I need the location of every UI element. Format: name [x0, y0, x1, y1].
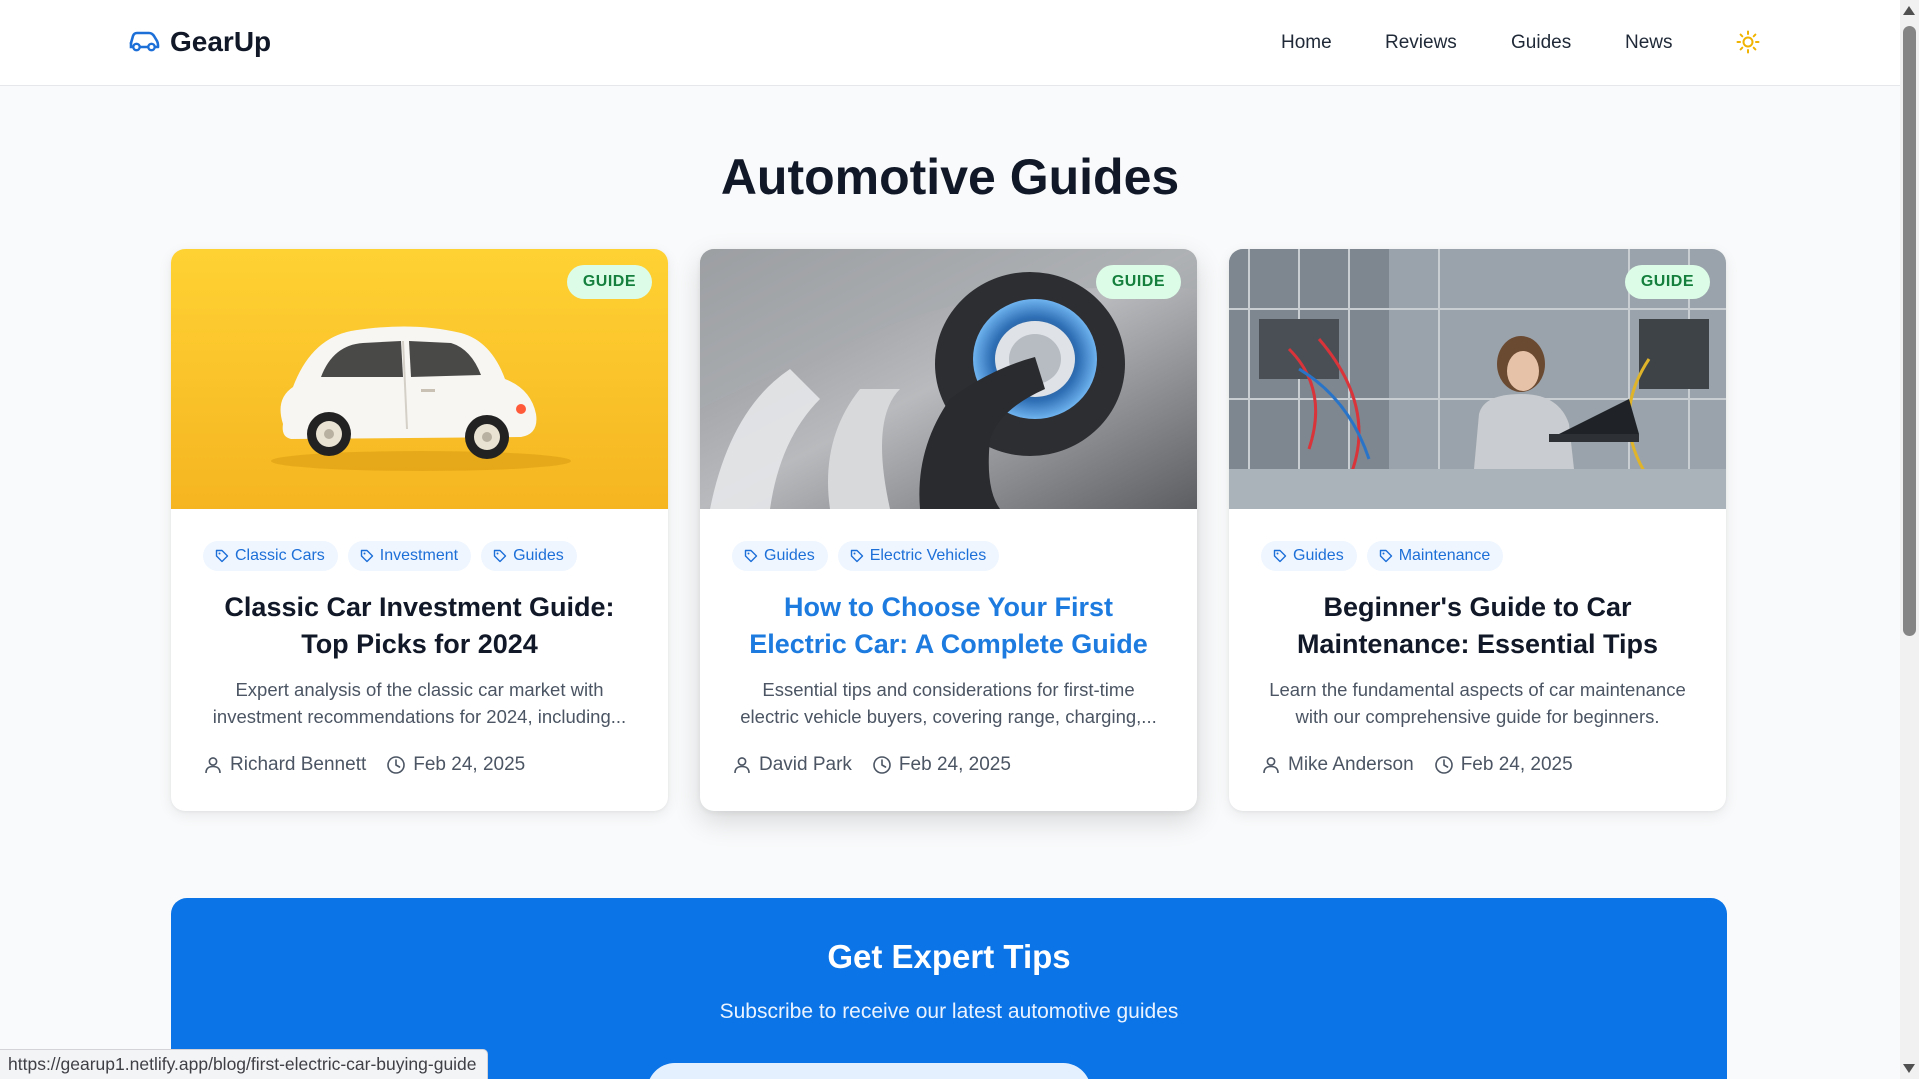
user-icon	[1263, 757, 1279, 774]
tag-list: Classic Cars Investment Guides	[203, 541, 577, 571]
author: Mike Anderson	[1261, 754, 1414, 776]
guide-badge: GUIDE	[1095, 265, 1181, 299]
tag-list: Guides Electric Vehicles	[732, 541, 1000, 571]
user-icon	[734, 757, 750, 774]
tag-icon	[215, 549, 229, 563]
date-text: Feb 24, 2025	[1460, 754, 1573, 775]
guide-badge: GUIDE	[566, 265, 652, 299]
scroll-down-arrow-icon[interactable]	[1903, 1064, 1915, 1073]
tag-chip[interactable]: Electric Vehicles	[837, 541, 1000, 571]
tag-chip[interactable]: Guides	[1261, 541, 1357, 571]
scroll-thumb[interactable]	[1903, 26, 1916, 636]
tag-list: Guides Maintenance	[1261, 541, 1504, 571]
guide-card[interactable]: GUIDE Classic Cars Investment Guides Cla…	[171, 249, 668, 811]
user-icon	[205, 757, 221, 774]
guide-card[interactable]: GUIDE Guides Electric Vehicles How to Ch…	[700, 249, 1197, 811]
main-nav: Home Reviews Guides News	[0, 26, 1900, 60]
tag-label: Guides	[764, 547, 815, 564]
card-description: Learn the fundamental aspects of car mai…	[1269, 679, 1686, 727]
clock-icon	[1434, 756, 1453, 774]
tag-label: Guides	[513, 547, 564, 564]
publish-date: Feb 24, 2025	[1434, 754, 1573, 776]
publish-date: Feb 24, 2025	[872, 754, 1011, 776]
site-header: GearUp Home Reviews Guides News	[0, 0, 1900, 86]
page-title: Automotive Guides	[720, 149, 1180, 205]
card-meta: Mike Anderson Feb 24, 2025	[1261, 754, 1593, 776]
guide-badge: GUIDE	[1624, 265, 1710, 299]
card-meta: Richard Bennett Feb 24, 2025	[203, 754, 545, 776]
tag-chip[interactable]: Guides	[732, 541, 828, 571]
tag-chip[interactable]: Classic Cars	[203, 541, 338, 571]
tag-label: Investment	[379, 547, 459, 564]
newsletter-title: Get Expert Tips	[827, 938, 1071, 975]
author: David Park	[732, 754, 852, 776]
tag-icon	[1273, 549, 1287, 563]
card-image: GUIDE	[700, 249, 1197, 509]
tag-icon	[360, 549, 373, 563]
author-name: David Park	[759, 754, 852, 775]
card-image: GUIDE	[171, 249, 668, 509]
email-field[interactable]	[647, 1063, 1091, 1079]
nav-news[interactable]: News	[1625, 32, 1673, 54]
tag-chip[interactable]: Investment	[347, 541, 472, 571]
author-name: Mike Anderson	[1288, 754, 1414, 775]
clock-icon	[873, 756, 891, 774]
card-description: Essential tips and considerations for fi…	[740, 679, 1157, 727]
tag-label: Maintenance	[1398, 547, 1491, 564]
nav-home[interactable]: Home	[1281, 32, 1332, 54]
tag-label: Guides	[1293, 547, 1344, 564]
clock-icon	[387, 756, 406, 774]
publish-date: Feb 24, 2025	[386, 754, 525, 776]
date-text: Feb 24, 2025	[413, 754, 526, 775]
card-meta: David Park Feb 24, 2025	[732, 754, 1031, 776]
scroll-up-arrow-icon[interactable]	[1903, 6, 1915, 15]
tag-icon	[850, 549, 863, 563]
card-title[interactable]: Classic Car Investment Guide: Top Picks …	[207, 589, 632, 663]
newsletter-subtitle: Subscribe to receive our latest automoti…	[719, 1000, 1179, 1023]
tag-chip[interactable]: Guides	[481, 541, 577, 571]
tag-icon	[1379, 549, 1392, 563]
tag-icon	[493, 549, 507, 563]
tag-icon	[744, 549, 758, 563]
author: Richard Bennett	[203, 754, 366, 776]
date-text: Feb 24, 2025	[898, 754, 1011, 775]
guide-card[interactable]: GUIDE Guides Maintenance Beginner's Guid…	[1229, 249, 1726, 811]
tag-chip[interactable]: Maintenance	[1366, 541, 1504, 571]
card-title[interactable]: Beginner's Guide to Car Maintenance: Ess…	[1265, 589, 1690, 663]
author-name: Richard Bennett	[230, 754, 367, 775]
scrollbar[interactable]	[1900, 0, 1919, 1079]
tag-label: Classic Cars	[235, 547, 325, 564]
card-description: Expert analysis of the classic car marke…	[212, 679, 627, 727]
nav-guides[interactable]: Guides	[1511, 32, 1571, 54]
card-image: GUIDE	[1229, 249, 1726, 509]
sun-icon[interactable]	[1735, 29, 1761, 55]
link-status-bar: https://gearup1.netlify.app/blog/first-e…	[0, 1049, 488, 1079]
nav-reviews[interactable]: Reviews	[1385, 32, 1457, 54]
card-title[interactable]: How to Choose Your First Electric Car: A…	[736, 589, 1161, 663]
tag-label: Electric Vehicles	[869, 547, 987, 564]
